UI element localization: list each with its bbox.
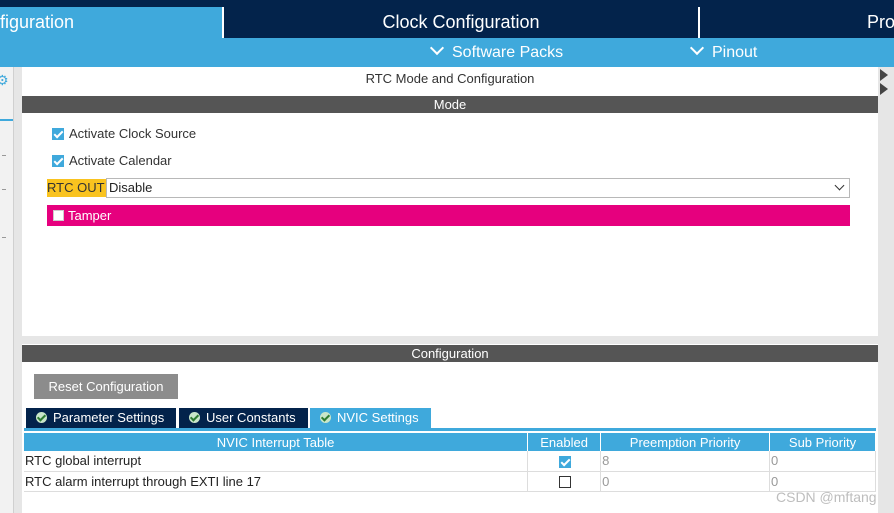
right-splitter[interactable] xyxy=(878,67,894,513)
nvic-interrupt-table: NVIC Interrupt Table Enabled Preemption … xyxy=(24,433,876,492)
tab-parameter-settings-label: Parameter Settings xyxy=(53,410,165,425)
enabled-checkbox[interactable] xyxy=(558,455,571,468)
check-circle-icon xyxy=(189,412,200,424)
pinout-label: Pinout xyxy=(712,44,758,61)
tab-underline xyxy=(24,428,876,431)
sub-priority-cell[interactable]: 0 xyxy=(769,471,876,492)
tamper-option[interactable]: Tamper xyxy=(47,205,850,226)
tab-parameter-settings[interactable]: Parameter Settings xyxy=(26,408,176,428)
interrupt-name: RTC alarm interrupt through EXTI line 17 xyxy=(24,471,529,492)
activate-calendar-label: Activate Calendar xyxy=(69,153,172,168)
activate-calendar-option[interactable]: Activate Calendar xyxy=(52,152,172,170)
preemption-priority-cell[interactable]: 8 xyxy=(600,451,771,472)
chevron-down-icon xyxy=(429,40,445,56)
tab-project-manager[interactable]: Pro xyxy=(700,7,894,38)
pinout-menu[interactable]: Pinout xyxy=(689,38,758,67)
mode-header: Mode xyxy=(22,96,878,113)
table-header-row: NVIC Interrupt Table Enabled Preemption … xyxy=(24,433,876,451)
chevron-down-icon xyxy=(689,40,705,56)
reset-configuration-button[interactable]: Reset Configuration xyxy=(34,374,178,399)
enabled-cell[interactable] xyxy=(527,471,602,492)
preemption-priority-cell[interactable]: 0 xyxy=(600,471,771,492)
configuration-header: Configuration xyxy=(22,345,878,362)
chevron-down-icon xyxy=(834,180,845,191)
column-header-sub-priority[interactable]: Sub Priority xyxy=(769,433,876,451)
rtc-out-select[interactable]: Disable xyxy=(106,178,850,198)
tab-user-constants[interactable]: User Constants xyxy=(179,408,308,428)
tamper-label: Tamper xyxy=(68,208,112,223)
table-row[interactable]: RTC alarm interrupt through EXTI line 17… xyxy=(24,471,876,492)
activate-clock-source-option[interactable]: Activate Clock Source xyxy=(52,125,196,143)
software-packs-label: Software Packs xyxy=(452,44,564,61)
activate-clock-source-checkbox[interactable] xyxy=(52,127,64,140)
activate-clock-source-label: Activate Clock Source xyxy=(69,126,197,141)
interrupt-name: RTC global interrupt xyxy=(24,451,529,472)
check-circle-icon xyxy=(36,412,47,424)
column-header-enabled[interactable]: Enabled xyxy=(527,433,602,451)
enabled-checkbox[interactable] xyxy=(558,476,571,489)
gutter-tick xyxy=(2,237,6,238)
sub-menu-bar: Software Packs Pinout xyxy=(0,38,894,67)
software-packs-menu[interactable]: Software Packs xyxy=(429,38,564,67)
watermark: CSDN @mftang xyxy=(776,489,877,505)
tab-nvic-settings[interactable]: NVIC Settings xyxy=(310,408,431,428)
tab-user-constants-label: User Constants xyxy=(206,410,296,425)
enabled-cell[interactable] xyxy=(527,451,602,472)
top-tab-bar: figuration Clock Configuration Pro xyxy=(0,0,894,38)
activate-calendar-checkbox[interactable] xyxy=(52,154,64,167)
tab-clock-configuration[interactable]: Clock Configuration xyxy=(224,7,698,38)
tamper-checkbox[interactable] xyxy=(53,210,64,222)
table-row[interactable]: RTC global interrupt 8 0 xyxy=(24,451,876,472)
tab-nvic-settings-label: NVIC Settings xyxy=(337,410,419,425)
column-header-preemption-priority[interactable]: Preemption Priority xyxy=(600,433,771,451)
splitter-bar[interactable] xyxy=(22,336,878,344)
gutter-tick xyxy=(2,155,6,156)
expand-arrow-icon[interactable] xyxy=(880,83,888,95)
panel-splitter[interactable] xyxy=(14,67,22,513)
gutter-selection-line xyxy=(0,119,13,121)
column-header-interrupt[interactable]: NVIC Interrupt Table xyxy=(24,433,529,451)
sub-priority-cell[interactable]: 0 xyxy=(769,451,876,472)
rtc-out-label: RTC OUT xyxy=(47,179,107,197)
check-circle-icon xyxy=(320,412,331,424)
panel-title: RTC Mode and Configuration xyxy=(365,71,535,86)
expand-arrow-icon[interactable] xyxy=(880,69,888,81)
gutter-tick xyxy=(2,189,6,190)
left-category-panel: ⚙ xyxy=(0,67,14,513)
gear-icon[interactable]: ⚙ xyxy=(0,72,9,89)
tab-pinout-configuration[interactable]: figuration xyxy=(0,7,222,38)
rtc-out-value: Disable xyxy=(109,180,153,195)
